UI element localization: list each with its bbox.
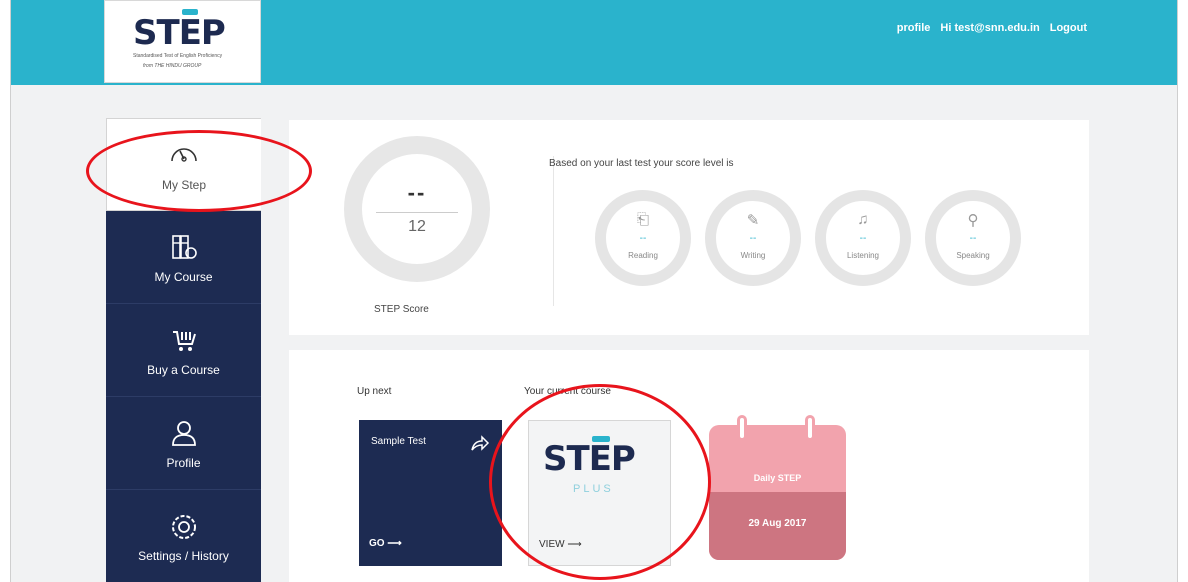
cart-icon xyxy=(106,326,261,361)
user-icon xyxy=(106,419,261,454)
current-course-label: Your current course xyxy=(524,386,611,397)
sidebar-item-settings[interactable]: Settings / History xyxy=(106,490,261,582)
sample-test-title: Sample Test xyxy=(371,436,426,447)
skill-value: -- xyxy=(859,233,867,244)
app-frame: STEP Standardised Test of English Profic… xyxy=(10,0,1178,582)
user-greeting[interactable]: Hi test@snn.edu.in xyxy=(940,22,1039,34)
sidebar-item-my-course[interactable]: My Course xyxy=(106,211,261,304)
logo-wordmark: STEP xyxy=(133,13,226,53)
sidebar-item-buy-course[interactable]: Buy a Course xyxy=(106,304,261,397)
skill-value: -- xyxy=(749,233,757,244)
step-score-ring: -- 12 xyxy=(344,136,490,282)
skill-listening: ♫ -- Listening xyxy=(815,190,911,286)
logout-link[interactable]: Logout xyxy=(1050,22,1087,34)
sidebar-item-label: Settings / History xyxy=(138,549,229,563)
gear-icon xyxy=(106,512,261,549)
skill-value: -- xyxy=(639,233,647,244)
profile-link[interactable]: profile xyxy=(897,22,931,34)
calendar-ring xyxy=(737,415,747,441)
sidebar: My Step My Course Buy a Course Profile S… xyxy=(106,118,264,582)
step-score-label: STEP Score xyxy=(374,304,429,315)
skill-label: Writing xyxy=(740,251,766,260)
sidebar-item-label: My Step xyxy=(161,178,206,192)
step-score-max: 12 xyxy=(408,218,426,235)
score-divider-line xyxy=(376,212,458,213)
card-divider xyxy=(553,156,554,306)
skill-writing: ✎ -- Writing xyxy=(705,190,801,286)
logo-subline: from THE HINDU GROUP xyxy=(143,63,202,69)
skill-value: -- xyxy=(969,233,977,244)
score-level-text: Based on your last test your score level… xyxy=(549,158,734,169)
step-plus-subtext: PLUS xyxy=(573,483,614,495)
top-bar: STEP Standardised Test of English Profic… xyxy=(11,0,1177,85)
skill-label: Reading xyxy=(628,251,658,260)
daily-step-calendar-tile[interactable]: Daily STEP 29 Aug 2017 xyxy=(709,415,846,560)
reading-icon: ⎗ xyxy=(636,211,649,228)
step-logo[interactable]: STEP Standardised Test of English Profic… xyxy=(104,0,261,83)
top-nav: profile Hi test@snn.edu.in Logout xyxy=(897,22,1087,34)
listening-icon: ♫ xyxy=(857,211,869,228)
daily-step-title: Daily STEP xyxy=(753,473,802,483)
books-icon xyxy=(106,233,261,268)
skill-reading: ⎗ -- Reading xyxy=(595,190,691,286)
step-score-value: -- xyxy=(407,180,427,205)
speedometer-icon xyxy=(107,141,261,172)
share-icon[interactable] xyxy=(470,434,490,457)
step-plus-logo: STEP xyxy=(543,439,636,479)
daily-step-date: 29 Aug 2017 xyxy=(748,518,807,529)
sample-test-tile[interactable]: Sample Test GO ⟶ xyxy=(359,420,502,566)
sidebar-item-profile[interactable]: Profile xyxy=(106,397,261,490)
sidebar-item-label: My Course xyxy=(154,270,213,284)
speaking-icon: ⚲ xyxy=(967,212,979,229)
go-button[interactable]: GO ⟶ xyxy=(369,538,402,549)
sidebar-item-label: Profile xyxy=(166,456,201,470)
calendar-date-area: 29 Aug 2017 xyxy=(709,492,846,560)
sidebar-item-label: Buy a Course xyxy=(147,363,220,377)
skill-speaking: ⚲ -- Speaking xyxy=(925,190,1021,286)
score-card: -- 12 STEP Score Based on your last test… xyxy=(289,120,1089,335)
skill-label: Listening xyxy=(846,251,880,260)
sidebar-item-my-step[interactable]: My Step xyxy=(106,118,261,211)
calendar-ring xyxy=(805,415,815,441)
up-next-label: Up next xyxy=(357,386,392,397)
course-card: Up next Your current course Sample Test … xyxy=(289,350,1089,582)
skill-label: Speaking xyxy=(956,251,990,260)
writing-icon: ✎ xyxy=(746,212,760,229)
step-plus-course-tile[interactable]: STEP PLUS VIEW ⟶ xyxy=(528,420,671,566)
view-button[interactable]: VIEW ⟶ xyxy=(539,539,582,550)
logo-tagline: Standardised Test of English Proficiency xyxy=(133,53,223,59)
